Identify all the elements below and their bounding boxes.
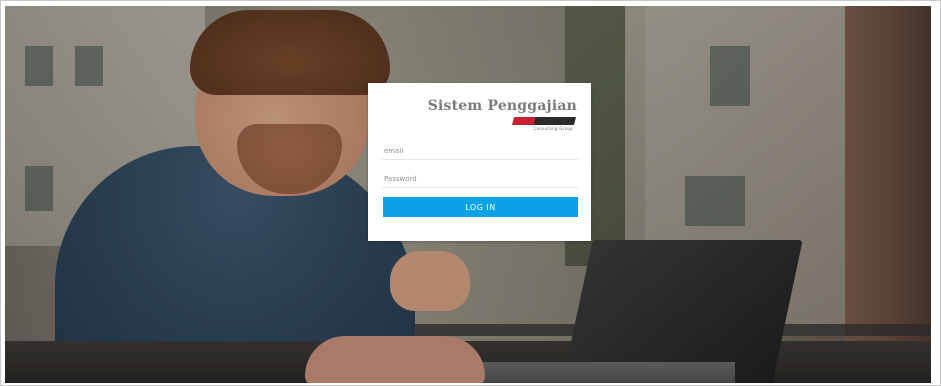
- login-form: Sistem Penggajian Consulting Group LOG I…: [368, 83, 591, 241]
- logo-tagline: Consulting Group: [533, 126, 573, 131]
- password-input[interactable]: [382, 170, 578, 188]
- login-button[interactable]: LOG IN: [383, 197, 578, 217]
- sinergi-logo-mark: [511, 117, 577, 125]
- browser-viewport: Sistem Penggajian Consulting Group LOG I…: [0, 0, 941, 386]
- email-input[interactable]: [382, 142, 578, 160]
- sinergi-logo: Consulting Group: [507, 117, 577, 131]
- app-title: Sistem Penggajian: [427, 98, 577, 114]
